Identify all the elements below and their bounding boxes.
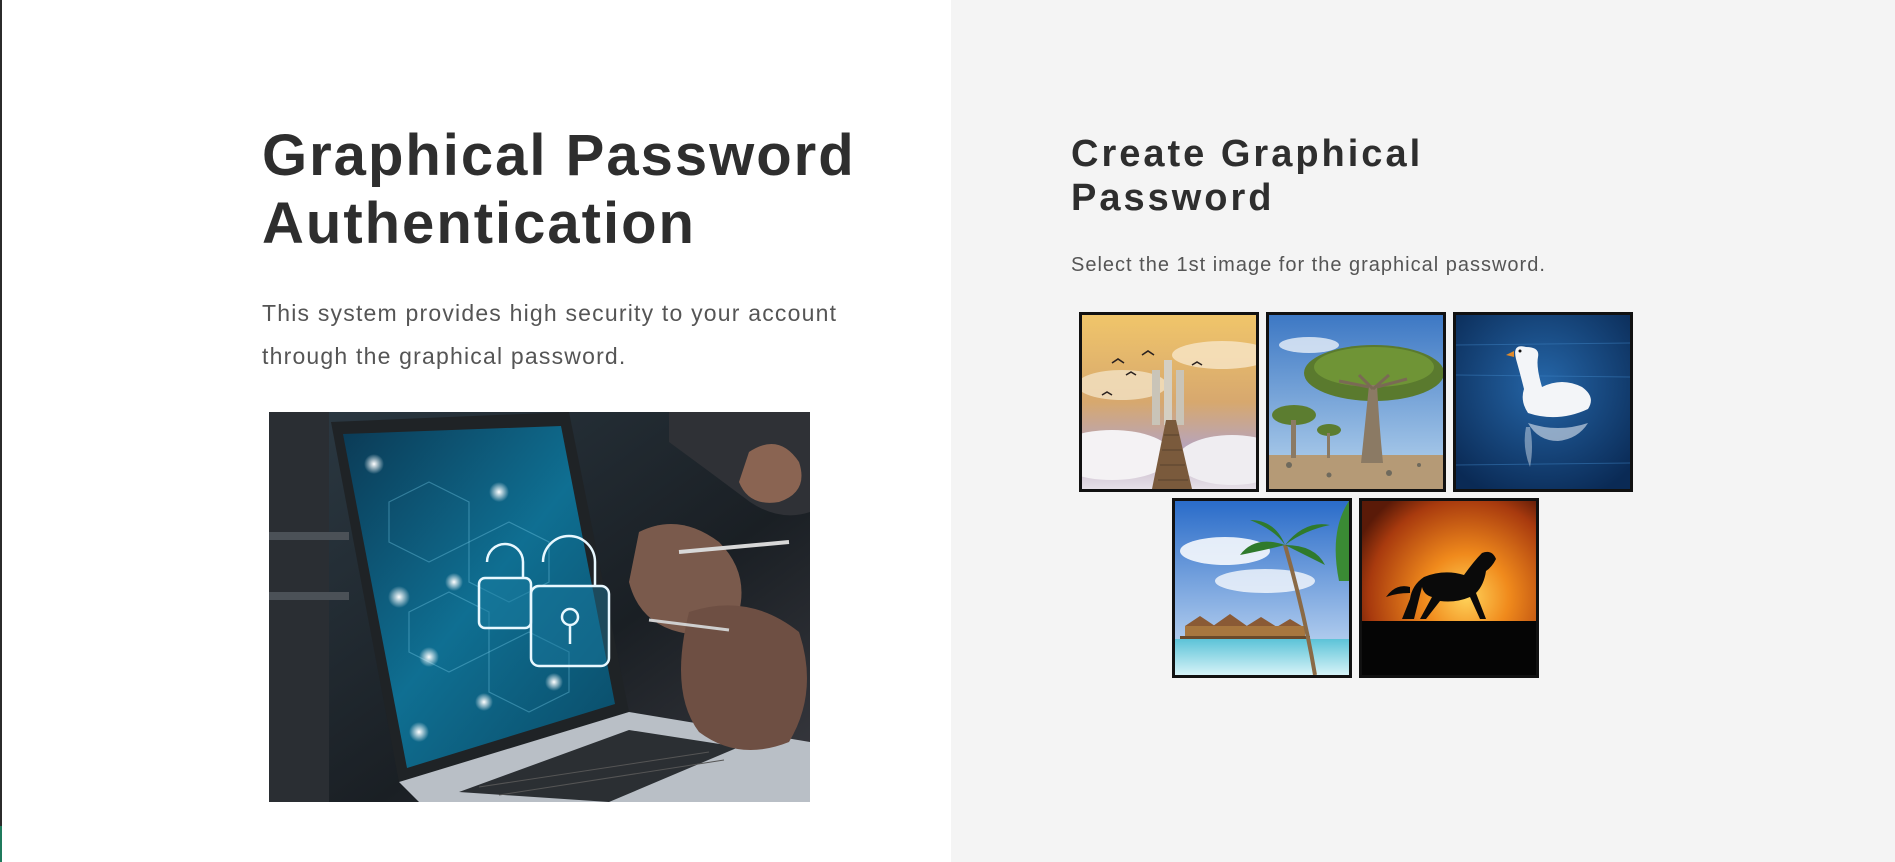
selection-instruction: Select the 1st image for the graphical p… <box>1071 254 1546 276</box>
page-title: Graphical Password Authentication <box>262 123 856 256</box>
birds-over-clouds-staircase-image[interactable] <box>1079 312 1259 492</box>
palm-beach-huts-image[interactable] <box>1172 498 1352 678</box>
dragon-tree-image[interactable] <box>1266 312 1446 492</box>
create-password-title: Create Graphical Password <box>1071 133 1424 219</box>
horse-silhouette-sunset-image[interactable] <box>1359 498 1539 678</box>
create-password-panel: Create Graphical Password Select the 1st… <box>951 0 1895 862</box>
intro-panel: Graphical Password Authentication This s… <box>2 0 951 862</box>
intro-description: This system provides high security to yo… <box>262 300 838 369</box>
white-swan-image[interactable] <box>1453 312 1633 492</box>
laptop-padlock-security-image <box>269 412 810 802</box>
